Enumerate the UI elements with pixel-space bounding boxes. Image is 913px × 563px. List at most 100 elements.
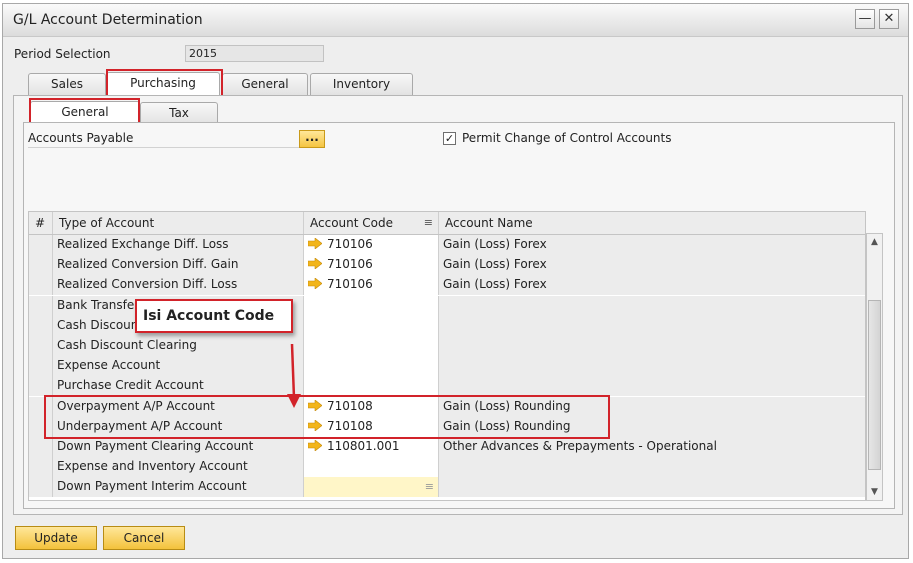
period-selection-field[interactable]: 2015 bbox=[185, 45, 324, 62]
column-header-name[interactable]: Account Name bbox=[439, 212, 865, 234]
link-arrow-icon[interactable] bbox=[308, 419, 322, 431]
account-code-value: 710106 bbox=[327, 277, 373, 292]
table-row[interactable]: Expense and Inventory Account bbox=[29, 457, 865, 478]
table-row[interactable]: Overpayment A/P Account 710108 Gain (Loss)… bbox=[29, 396, 865, 417]
row-number-cell bbox=[29, 255, 53, 276]
row-number-cell bbox=[29, 416, 53, 437]
row-number-cell bbox=[29, 396, 53, 417]
account-code-cell[interactable]: 710106 bbox=[304, 235, 439, 255]
row-number-cell bbox=[29, 295, 53, 316]
row-number-cell bbox=[29, 275, 53, 296]
gl-account-determination-window: G/L Account Determination — ✕ Period Sel… bbox=[2, 3, 909, 559]
account-name-cell bbox=[439, 376, 865, 397]
account-name-cell bbox=[439, 315, 865, 336]
account-type-cell: Down Payment Interim Account bbox=[53, 477, 304, 498]
table-row[interactable]: Underpayment A/P Account 710108 Gain (Loss… bbox=[29, 416, 865, 437]
account-type-cell: Realized Conversion Diff. Loss bbox=[53, 275, 304, 296]
account-code-cell[interactable]: 710108 bbox=[304, 396, 439, 417]
account-code-value: 710108 bbox=[327, 398, 373, 413]
account-name-cell: Gain (Loss) Rounding bbox=[439, 416, 865, 437]
account-code-cell[interactable] bbox=[304, 457, 439, 478]
table-row[interactable]: Down Payment Clearing Account 110801.001 O… bbox=[29, 437, 865, 457]
account-name-cell: Gain (Loss) Forex bbox=[439, 255, 865, 276]
scroll-down-icon[interactable]: ▼ bbox=[867, 484, 882, 500]
account-type-cell: Cash Discount Clearing bbox=[53, 336, 304, 356]
choose-from-list-icon[interactable]: ≡ bbox=[425, 477, 434, 496]
link-arrow-icon[interactable] bbox=[308, 440, 322, 451]
close-button[interactable]: ✕ bbox=[879, 9, 899, 29]
row-number-cell bbox=[29, 376, 53, 397]
account-code-cell[interactable]: 710106 bbox=[304, 255, 439, 276]
column-header-type[interactable]: Type of Account bbox=[53, 212, 304, 234]
account-type-cell: Down Payment Clearing Account bbox=[53, 437, 304, 457]
permit-change-label: Permit Change of Control Accounts bbox=[462, 131, 672, 145]
column-header-code[interactable]: Account Code ≡ bbox=[304, 212, 439, 234]
account-code-cell[interactable]: 710106 bbox=[304, 275, 439, 296]
cancel-button[interactable]: Cancel bbox=[103, 526, 185, 550]
permit-change-checkbox[interactable]: ✓ bbox=[443, 132, 456, 145]
scroll-thumb[interactable] bbox=[868, 300, 881, 470]
table-row[interactable]: Realized Exchange Diff. Loss 710106 Gain (… bbox=[29, 235, 865, 255]
window-title: G/L Account Determination bbox=[13, 12, 203, 28]
account-type-cell: Realized Conversion Diff. Gain bbox=[53, 255, 304, 276]
update-button[interactable]: Update bbox=[15, 526, 97, 550]
account-grid: # Type of Account Account Code ≡ Account… bbox=[28, 211, 866, 501]
account-code-value: 710108 bbox=[327, 418, 373, 433]
callout-arrow-icon bbox=[287, 343, 301, 408]
link-arrow-icon[interactable] bbox=[308, 238, 322, 249]
row-number-cell bbox=[29, 477, 53, 498]
account-code-cell[interactable] bbox=[304, 315, 439, 336]
row-number-cell bbox=[29, 437, 53, 457]
account-code-value: 110801.001 bbox=[327, 439, 400, 453]
minimize-button[interactable]: — bbox=[855, 9, 875, 29]
column-menu-icon[interactable]: ≡ bbox=[424, 212, 433, 234]
link-arrow-icon[interactable] bbox=[308, 399, 322, 411]
table-row[interactable]: Purchase Credit Account bbox=[29, 376, 865, 397]
account-name-cell bbox=[439, 356, 865, 377]
account-type-cell: Underpayment A/P Account bbox=[53, 416, 304, 437]
account-type-cell: Expense Account bbox=[53, 356, 304, 377]
account-code-cell[interactable] bbox=[304, 295, 439, 316]
table-row[interactable]: Realized Conversion Diff. Gain 710106 Gain… bbox=[29, 255, 865, 276]
table-row[interactable]: Expense Account bbox=[29, 356, 865, 377]
grid-scrollbar[interactable]: ▲ ▼ bbox=[866, 233, 883, 501]
period-selection-label: Period Selection bbox=[14, 47, 111, 61]
grid-header: # Type of Account Account Code ≡ Account… bbox=[29, 212, 865, 235]
account-name-cell bbox=[439, 295, 865, 316]
tab-sales[interactable]: Sales bbox=[28, 73, 106, 95]
link-arrow-icon[interactable] bbox=[308, 258, 322, 270]
row-number-cell bbox=[29, 336, 53, 356]
isi-account-code-callout: Isi Account Code bbox=[135, 299, 293, 333]
account-code-cell[interactable] bbox=[304, 376, 439, 397]
account-type-cell: Overpayment A/P Account bbox=[53, 396, 304, 417]
account-name-cell: Gain (Loss) Forex bbox=[439, 235, 865, 255]
link-arrow-icon[interactable] bbox=[308, 278, 322, 290]
table-row[interactable]: Cash Discount Clearing bbox=[29, 336, 865, 356]
subtab-tax[interactable]: Tax bbox=[140, 102, 218, 124]
accounts-payable-label: Accounts Payable bbox=[28, 131, 134, 145]
title-bar: G/L Account Determination — ✕ bbox=[3, 4, 908, 37]
account-name-cell bbox=[439, 477, 865, 498]
row-number-cell bbox=[29, 315, 53, 336]
account-code-cell[interactable]: 710108 bbox=[304, 416, 439, 437]
scroll-up-icon[interactable]: ▲ bbox=[867, 234, 882, 250]
table-row[interactable]: Down Payment Interim Account ≡ bbox=[29, 477, 865, 498]
row-number-cell bbox=[29, 457, 53, 478]
column-header-code-label: Account Code bbox=[310, 216, 393, 230]
account-code-value: 710106 bbox=[327, 257, 373, 272]
account-name-cell bbox=[439, 336, 865, 356]
account-code-cell[interactable]: 110801.001 bbox=[304, 437, 439, 457]
account-type-cell: Expense and Inventory Account bbox=[53, 457, 304, 478]
account-code-cell[interactable] bbox=[304, 336, 439, 356]
accounts-payable-browse-button[interactable]: ... bbox=[299, 130, 325, 148]
account-name-cell: Other Advances & Prepayments - Operation… bbox=[439, 437, 865, 457]
tab-general[interactable]: General bbox=[222, 73, 308, 95]
tab-inventory[interactable]: Inventory bbox=[310, 73, 413, 95]
column-header-number: # bbox=[29, 212, 53, 234]
account-code-cell[interactable]: ≡ bbox=[304, 477, 439, 498]
tab-purchasing[interactable]: Purchasing bbox=[106, 72, 220, 95]
account-code-value: 710106 bbox=[327, 237, 373, 251]
subtab-general[interactable]: General bbox=[30, 101, 140, 124]
account-code-cell[interactable] bbox=[304, 356, 439, 377]
table-row[interactable]: Realized Conversion Diff. Loss 710106 Gain… bbox=[29, 275, 865, 296]
